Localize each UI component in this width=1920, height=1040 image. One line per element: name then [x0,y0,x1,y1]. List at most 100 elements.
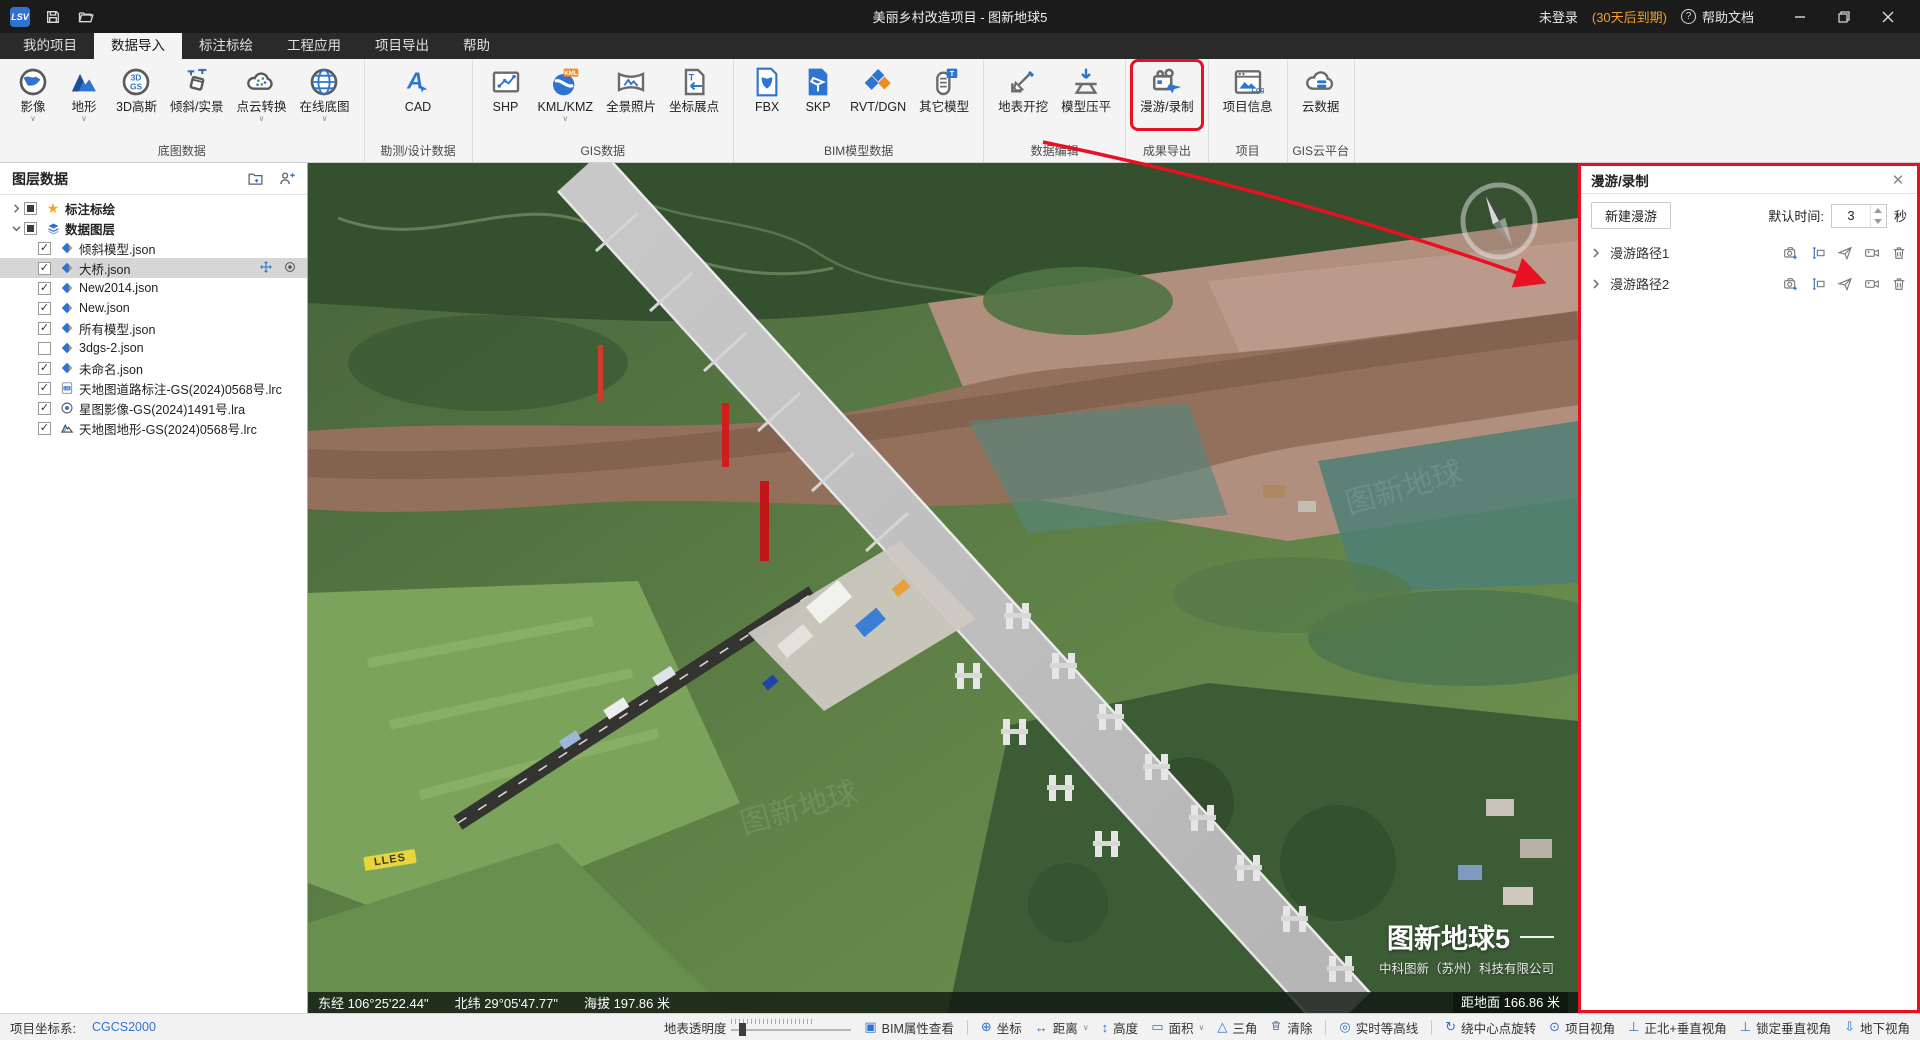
default-time-value[interactable]: 3 [1832,205,1870,227]
chevron-down-icon[interactable] [8,224,24,233]
layer-row[interactable]: New2014.json [0,278,307,298]
rotate-around-center-tool[interactable]: ↻绕中心点旋转 [1445,1018,1536,1037]
coordinate-tool[interactable]: ⊕坐标 [981,1018,1022,1037]
tab-my-project[interactable]: 我的项目 [6,33,94,59]
online-basemap-button[interactable]: 在线底图∨ [294,64,354,126]
add-marker-icon[interactable] [278,170,295,187]
other-models-button[interactable]: T 其它模型∨ [914,64,974,126]
map-viewport[interactable]: 图新地球 图新地球 LLES 图新地球5 中科图新（苏州）科技有限公司 东经 1… [308,163,1578,1013]
surface-excavation-button[interactable]: 地表开挖∨ [993,64,1053,126]
checkbox-checked[interactable] [38,242,51,255]
layer-row[interactable]: 所有模型.json [0,318,307,338]
checkbox-checked[interactable] [38,382,51,395]
layer-row[interactable]: LRC 天地图道路标注-GS(2024)0568号.lrc [0,378,307,398]
close-button[interactable] [1866,0,1910,33]
tab-project-export[interactable]: 项目导出 [358,33,446,59]
terrain-button[interactable]: 地形∨ [60,64,108,126]
project-info-button[interactable]: Logo 项目信息∨ [1218,64,1278,126]
layer-row-selected[interactable]: 大桥.json [0,258,307,278]
stepper-down-icon[interactable] [1871,216,1886,227]
delete-route-icon[interactable] [1891,276,1907,292]
north-vertical-view-tool[interactable]: ⊥正北+垂直视角 [1628,1018,1727,1037]
tab-help[interactable]: 帮助 [446,33,507,59]
checkbox-partial[interactable] [24,222,37,235]
height-tool[interactable]: ↕高度 [1102,1018,1139,1037]
chevron-right-icon[interactable] [1591,279,1601,289]
realtime-contour-tool[interactable]: ◎实时等高线 [1339,1018,1418,1037]
checkbox-partial[interactable] [24,202,37,215]
tab-data-import[interactable]: 数据导入 [94,33,182,59]
lock-vertical-view-tool[interactable]: ⊥锁定垂直视角 [1740,1018,1831,1037]
area-tool[interactable]: ▭面积∨ [1151,1018,1204,1037]
imagery-button[interactable]: 影像∨ [9,64,57,126]
pointcloud-convert-button[interactable]: 点云转换∨ [231,64,291,126]
new-roam-button[interactable]: 新建漫游 [1591,202,1671,229]
cloud-data-button[interactable]: 云数据∨ [1297,64,1345,126]
save-icon[interactable] [44,8,62,26]
underground-view-tool[interactable]: ⇩地下视角 [1844,1018,1910,1037]
record-video-icon[interactable] [1864,276,1880,292]
checkbox-checked[interactable] [38,322,51,335]
tab-engineering[interactable]: 工程应用 [270,33,358,59]
slider-handle[interactable] [739,1023,746,1036]
checkbox-checked[interactable] [38,302,51,315]
layer-row[interactable]: 未命名.json [0,358,307,378]
cad-button[interactable]: A CAD∨ [394,64,442,126]
record-video-icon[interactable] [1864,245,1880,261]
tab-annotation[interactable]: 标注标绘 [182,33,270,59]
layer-row[interactable]: New.json [0,298,307,318]
new-folder-icon[interactable] [247,170,264,187]
layer-row-annotation[interactable]: ★ 标注标绘 [0,198,307,218]
crs-value[interactable]: CGCS2000 [92,1020,156,1034]
chevron-right-icon[interactable] [1591,248,1601,258]
stepper-up-icon[interactable] [1871,205,1886,216]
clear-tool[interactable]: 清除 [1270,1018,1312,1037]
triangle-tool[interactable]: △三角 [1217,1018,1257,1037]
compass[interactable] [1453,175,1545,267]
checkbox-unchecked[interactable] [38,342,51,355]
layer-row[interactable]: 星图影像-GS(2024)1491号.lra [0,398,307,418]
fly-route-icon[interactable] [1837,245,1853,261]
roam-route-row[interactable]: 漫游路径1 [1581,239,1917,266]
layer-row[interactable]: 3dgs-2.json [0,338,307,358]
kml-kmz-button[interactable]: KML KML/KMZ∨ [533,64,599,126]
restore-button[interactable] [1822,0,1866,33]
coordinate-points-button[interactable]: T 坐标展点∨ [664,64,724,126]
oblique-photo-button[interactable]: 倾斜/实景∨ [165,64,228,126]
surface-opacity-slider[interactable] [731,1019,851,1035]
bim-attribute-tool[interactable]: ▣BIM属性查看 [864,1018,954,1037]
distance-tool[interactable]: ↔距离∨ [1035,1018,1089,1037]
rename-route-icon[interactable] [1810,245,1826,261]
fly-route-icon[interactable] [1837,276,1853,292]
chevron-right-icon[interactable] [8,204,24,213]
help-doc-link[interactable]: ? 帮助文档 [1681,7,1754,26]
rename-route-icon[interactable] [1810,276,1826,292]
checkbox-checked[interactable] [38,262,51,275]
fbx-button[interactable]: FBX∨ [743,64,791,126]
panorama-photo-button[interactable]: 全景照片∨ [601,64,661,126]
checkbox-checked[interactable] [38,402,51,415]
project-view-tool[interactable]: ⊙项目视角 [1549,1018,1615,1037]
open-folder-icon[interactable] [76,8,94,26]
checkbox-checked[interactable] [38,422,51,435]
roam-record-button[interactable]: 漫游/录制∨ [1135,64,1198,126]
layer-row[interactable]: 天地图地形-GS(2024)0568号.lrc [0,418,307,438]
checkbox-checked[interactable] [38,362,51,375]
layer-row-data-layers[interactable]: 数据图层 [0,218,307,238]
add-viewpoint-icon[interactable] [1783,245,1799,261]
skp-button[interactable]: SKP∨ [794,64,842,126]
roam-route-row[interactable]: 漫游路径2 [1581,270,1917,297]
layer-row[interactable]: 倾斜模型.json [0,238,307,258]
rvt-dgn-button[interactable]: RVT/DGN∨ [845,64,911,126]
locate-model-icon[interactable] [283,260,297,277]
delete-route-icon[interactable] [1891,245,1907,261]
add-viewpoint-icon[interactable] [1783,276,1799,292]
default-time-stepper[interactable]: 3 [1831,204,1887,228]
model-flatten-button[interactable]: 模型压平∨ [1056,64,1116,126]
checkbox-checked[interactable] [38,282,51,295]
gaussian-3d-button[interactable]: 3DGS 3D高斯∨ [111,64,162,126]
move-model-icon[interactable] [259,260,273,277]
shp-button[interactable]: SHP∨ [482,64,530,126]
close-panel-icon[interactable]: ✕ [1889,171,1907,189]
minimize-button[interactable] [1778,0,1822,33]
